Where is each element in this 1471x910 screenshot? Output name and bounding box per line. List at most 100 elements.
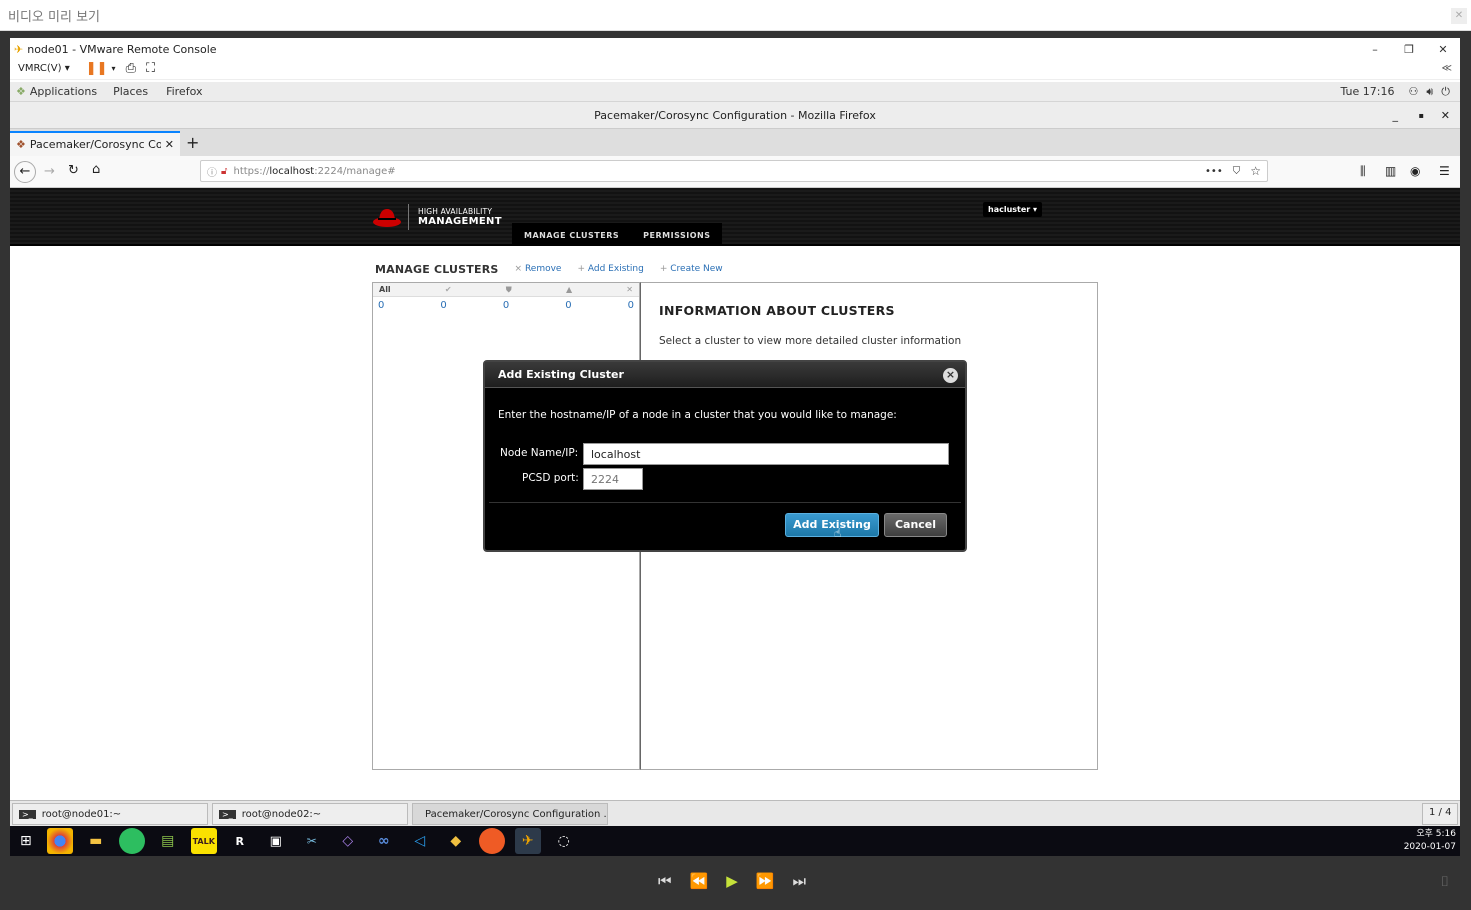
vscode-icon[interactable]: ◁ bbox=[407, 828, 433, 854]
applications-menu[interactable]: Applications bbox=[30, 85, 97, 98]
page-actions-icon[interactable]: ••• bbox=[1205, 166, 1223, 177]
cancel-button[interactable]: Cancel bbox=[884, 513, 947, 537]
tab-pacemaker[interactable]: ❖ Pacemaker/Corosync Con ✕ bbox=[10, 131, 180, 156]
library-icon[interactable]: ⫼ bbox=[1360, 164, 1366, 179]
bookmark-star-icon[interactable]: ☆ bbox=[1250, 164, 1261, 178]
postman-icon[interactable] bbox=[478, 828, 505, 854]
firefox-maximize-button[interactable]: ▪ bbox=[1419, 102, 1424, 129]
clock[interactable]: Tue 17:16 bbox=[1340, 85, 1394, 98]
account-icon[interactable]: ◉ bbox=[1410, 164, 1420, 178]
count-warning[interactable]: 0 bbox=[503, 300, 509, 311]
obs-icon[interactable]: ◌ bbox=[551, 828, 577, 854]
playback-buttons: ⏮ ⏪ ▶ ⏩ ⏭ bbox=[658, 872, 806, 890]
git-icon[interactable]: ◆ bbox=[443, 828, 469, 854]
link-app-icon[interactable]: ∞ bbox=[371, 828, 397, 854]
reload-icon[interactable]: ↻ bbox=[68, 163, 79, 178]
task-firefox-pacemaker[interactable]: Pacemaker/Corosync Configuration ... bbox=[412, 803, 608, 825]
vmrc-close-button[interactable]: ✕ bbox=[1426, 43, 1460, 56]
applications-icon: ❖ bbox=[16, 85, 26, 98]
firefox-minimize-button[interactable]: _ bbox=[1393, 102, 1399, 129]
dialog-title-bar: Add Existing Cluster bbox=[485, 362, 965, 388]
rewind-icon[interactable]: ⏪ bbox=[690, 872, 709, 890]
tab-close-icon[interactable]: ✕ bbox=[165, 138, 174, 151]
brand-divider bbox=[408, 204, 409, 230]
windows-taskbar: ⊞ ▬ ▤ TALK R ▣ ✂ ◇ ∞ ◁ ◆ ✈ ◌ 오후 5:16 202… bbox=[10, 826, 1460, 856]
play-icon[interactable]: ▶ bbox=[726, 872, 738, 890]
windows-start-icon[interactable]: ⊞ bbox=[20, 833, 32, 849]
collapse-toolbar-button[interactable]: ≪ bbox=[1442, 63, 1452, 74]
add-existing-link[interactable]: + Add Existing bbox=[577, 264, 643, 274]
filter-alert-icon[interactable]: ▲ bbox=[566, 285, 572, 294]
sidebar-icon[interactable]: ▥ bbox=[1385, 164, 1396, 178]
add-existing-button[interactable]: Add Existing bbox=[785, 513, 879, 537]
count-error[interactable]: 0 bbox=[628, 300, 634, 311]
firefox-close-button[interactable]: ✕ bbox=[1441, 102, 1450, 129]
firefox-menu[interactable]: Firefox bbox=[166, 85, 202, 98]
vmrc-minimize-button[interactable]: – bbox=[1358, 43, 1392, 56]
pocket-icon[interactable]: ⛉ bbox=[1233, 166, 1241, 177]
url-bar[interactable]: ⓘ 🔓︎ https:// localhost :2224/manage# ••… bbox=[200, 160, 1268, 182]
task-root-node02[interactable]: >_ root@node02:~ bbox=[212, 803, 408, 825]
count-all[interactable]: 0 bbox=[378, 300, 384, 311]
fast-forward-icon[interactable]: ⏩ bbox=[756, 872, 775, 890]
back-button[interactable]: ← bbox=[14, 161, 36, 183]
user-menu[interactable]: hacluster ▾ bbox=[983, 202, 1043, 217]
new-tab-button[interactable]: + bbox=[186, 133, 199, 152]
file-explorer-icon[interactable]: ▬ bbox=[83, 828, 109, 854]
evernote-icon[interactable] bbox=[118, 828, 145, 854]
home-icon[interactable]: ⌂ bbox=[92, 162, 100, 177]
forward-button[interactable]: → bbox=[44, 164, 55, 179]
camera-icon[interactable]: ⌷ bbox=[1441, 874, 1449, 890]
skip-first-icon[interactable]: ⏮ bbox=[658, 872, 672, 890]
viewer-close-button[interactable]: ✕ bbox=[1451, 8, 1467, 24]
firefox-title-bar: Pacemaker/Corosync Configuration - Mozil… bbox=[10, 102, 1460, 129]
clock-time: 오후 5:16 bbox=[1416, 829, 1456, 839]
vmware-icon[interactable]: ✈ bbox=[514, 828, 541, 854]
vmrc-menu-button[interactable]: VMRC(V) ▾ bbox=[18, 63, 70, 74]
visual-studio-icon[interactable]: ◇ bbox=[335, 828, 361, 854]
notepad-icon[interactable]: ▤ bbox=[155, 828, 181, 854]
dialog-close-button[interactable]: × bbox=[943, 368, 958, 383]
count-alert[interactable]: 0 bbox=[565, 300, 571, 311]
snipping-tool-icon[interactable]: ✂ bbox=[299, 828, 325, 854]
kakaotalk-icon[interactable]: TALK bbox=[190, 828, 217, 854]
cluster-filter-header: All ✔ ⛊ ▲ ✕ bbox=[373, 283, 639, 297]
system-clock[interactable]: 오후 5:16 2020-01-07 bbox=[1404, 828, 1456, 854]
network-icon[interactable]: ⚇ bbox=[1408, 85, 1418, 98]
firefox-nav-bar: ← → ↻ ⌂ ⓘ 🔓︎ https:// localhost :2224/ma… bbox=[10, 156, 1460, 188]
insecure-lock-icon[interactable]: 🔓︎ bbox=[221, 166, 227, 177]
vmrc-toolbar: VMRC(V) ▾ ❚❚ ▾ ⎙ ⛶ ≪ bbox=[10, 58, 1460, 80]
hamburger-menu-icon[interactable]: ☰ bbox=[1439, 164, 1450, 178]
node-name-label: Node Name/IP: bbox=[500, 447, 579, 459]
redhat-logo-icon bbox=[373, 209, 401, 227]
node-name-input[interactable] bbox=[583, 443, 949, 465]
volume-icon[interactable]: 🔊︎ bbox=[1426, 85, 1433, 99]
places-menu[interactable]: Places bbox=[113, 85, 148, 98]
power-icon[interactable]: ⏻ bbox=[1441, 85, 1450, 99]
nav-manage-clusters[interactable]: MANAGE CLUSTERS bbox=[524, 231, 619, 240]
remote-desktop-icon[interactable]: ▣ bbox=[263, 828, 289, 854]
url-rest: :2224/manage# bbox=[314, 165, 396, 177]
count-ok[interactable]: 0 bbox=[440, 300, 446, 311]
fullscreen-icon[interactable]: ⛶ bbox=[146, 61, 155, 76]
chevron-down-icon[interactable]: ▾ bbox=[112, 64, 116, 73]
filter-all[interactable]: All bbox=[379, 285, 391, 294]
task-root-node01[interactable]: >_ root@node01:~ bbox=[12, 803, 208, 825]
filter-error-icon[interactable]: ✕ bbox=[626, 285, 633, 294]
remove-link[interactable]: × Remove bbox=[515, 264, 562, 274]
nav-permissions[interactable]: PERMISSIONS bbox=[643, 231, 710, 240]
pause-icon[interactable]: ❚❚ bbox=[86, 61, 108, 76]
workspace-pager[interactable]: 1 / 4 bbox=[1422, 803, 1458, 825]
firefox-window-title: Pacemaker/Corosync Configuration - Mozil… bbox=[594, 109, 876, 122]
create-new-link[interactable]: + Create New bbox=[660, 264, 723, 274]
filter-ok-icon[interactable]: ✔ bbox=[445, 285, 452, 294]
chrome-icon[interactable] bbox=[46, 828, 73, 854]
info-icon[interactable]: ⓘ bbox=[207, 164, 217, 179]
pcsd-port-input[interactable] bbox=[583, 468, 643, 490]
vmrc-restore-button[interactable]: ❐ bbox=[1392, 43, 1426, 56]
send-ctrl-alt-del-icon[interactable]: ⎙ bbox=[126, 61, 136, 76]
skip-last-icon[interactable]: ⏭ bbox=[792, 872, 806, 890]
filter-warning-shield-icon[interactable]: ⛊ bbox=[506, 285, 512, 295]
rstudio-icon[interactable]: R bbox=[227, 828, 253, 854]
add-existing-cluster-dialog: Add Existing Cluster × Enter the hostnam… bbox=[483, 360, 967, 552]
